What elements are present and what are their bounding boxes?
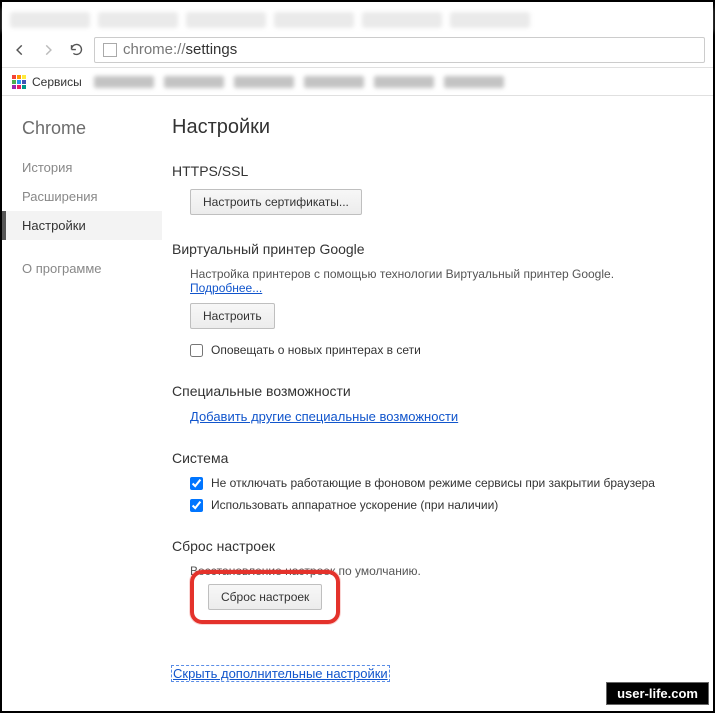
cloudprint-configure-button[interactable]: Настроить	[190, 303, 275, 329]
section-cloud-print: Виртуальный принтер Google Настройка при…	[172, 241, 689, 357]
page-icon	[103, 43, 117, 57]
forward-button[interactable]	[38, 40, 58, 60]
sidebar: Chrome История Расширения Настройки О пр…	[2, 96, 162, 711]
cloudprint-heading: Виртуальный принтер Google	[172, 241, 689, 257]
reload-button[interactable]	[66, 40, 86, 60]
address-bar[interactable]: chrome://settings	[94, 37, 705, 63]
system-hwaccel-checkbox[interactable]	[190, 499, 203, 512]
bookmarks-bar: Сервисы	[2, 68, 713, 96]
reset-heading: Сброс настроек	[172, 538, 689, 554]
reset-highlight: Сброс настроек	[190, 570, 340, 624]
a11y-heading: Специальные возможности	[172, 383, 689, 399]
apps-icon	[12, 75, 26, 89]
toolbar: chrome://settings	[2, 32, 713, 68]
system-hwaccel-label: Использовать аппаратное ускорение (при н…	[211, 498, 498, 512]
system-hwaccel-row[interactable]: Использовать аппаратное ускорение (при н…	[190, 498, 689, 512]
sidebar-item-settings[interactable]: Настройки	[2, 211, 162, 240]
cloudprint-learnmore-link[interactable]: Подробнее...	[190, 281, 262, 295]
cloudprint-notify-label: Оповещать о новых принтерах в сети	[211, 343, 421, 357]
system-background-checkbox[interactable]	[190, 477, 203, 490]
reset-settings-button[interactable]: Сброс настроек	[208, 584, 322, 610]
sidebar-item-about[interactable]: О программе	[2, 254, 162, 283]
section-reset: Сброс настроек Восстановление настроек п…	[172, 538, 689, 640]
system-background-label: Не отключать работающие в фоновом режиме…	[211, 476, 655, 490]
hide-advanced-row: Скрыть дополнительные настройки	[172, 666, 689, 681]
sidebar-brand: Chrome	[2, 118, 162, 153]
https-heading: HTTPS/SSL	[172, 163, 689, 179]
a11y-add-link[interactable]: Добавить другие специальные возможности	[190, 409, 458, 424]
watermark: user-life.com	[606, 682, 709, 705]
apps-label: Сервисы	[32, 75, 82, 89]
system-background-row[interactable]: Не отключать работающие в фоновом режиме…	[190, 476, 689, 490]
cloudprint-notify-row[interactable]: Оповещать о новых принтерах в сети	[190, 343, 689, 357]
sidebar-item-history[interactable]: История	[2, 153, 162, 182]
section-accessibility: Специальные возможности Добавить другие …	[172, 383, 689, 424]
system-heading: Система	[172, 450, 689, 466]
settings-main: Настройки HTTPS/SSL Настроить сертификат…	[162, 96, 713, 711]
cloudprint-desc: Настройка принтеров с помощью технологии…	[190, 267, 689, 295]
cloudprint-notify-checkbox[interactable]	[190, 344, 203, 357]
section-https: HTTPS/SSL Настроить сертификаты...	[172, 163, 689, 215]
sidebar-item-extensions[interactable]: Расширения	[2, 182, 162, 211]
bookmark-items-blurred	[94, 76, 504, 88]
tab-strip	[2, 8, 713, 32]
url-path: settings	[186, 41, 238, 58]
page-title: Настройки	[172, 116, 689, 139]
url-host: chrome://	[123, 41, 186, 58]
hide-advanced-link[interactable]: Скрыть дополнительные настройки	[172, 666, 389, 681]
section-system: Система Не отключать работающие в фоново…	[172, 450, 689, 512]
back-button[interactable]	[10, 40, 30, 60]
manage-certificates-button[interactable]: Настроить сертификаты...	[190, 189, 362, 215]
apps-shortcut[interactable]: Сервисы	[12, 75, 82, 89]
